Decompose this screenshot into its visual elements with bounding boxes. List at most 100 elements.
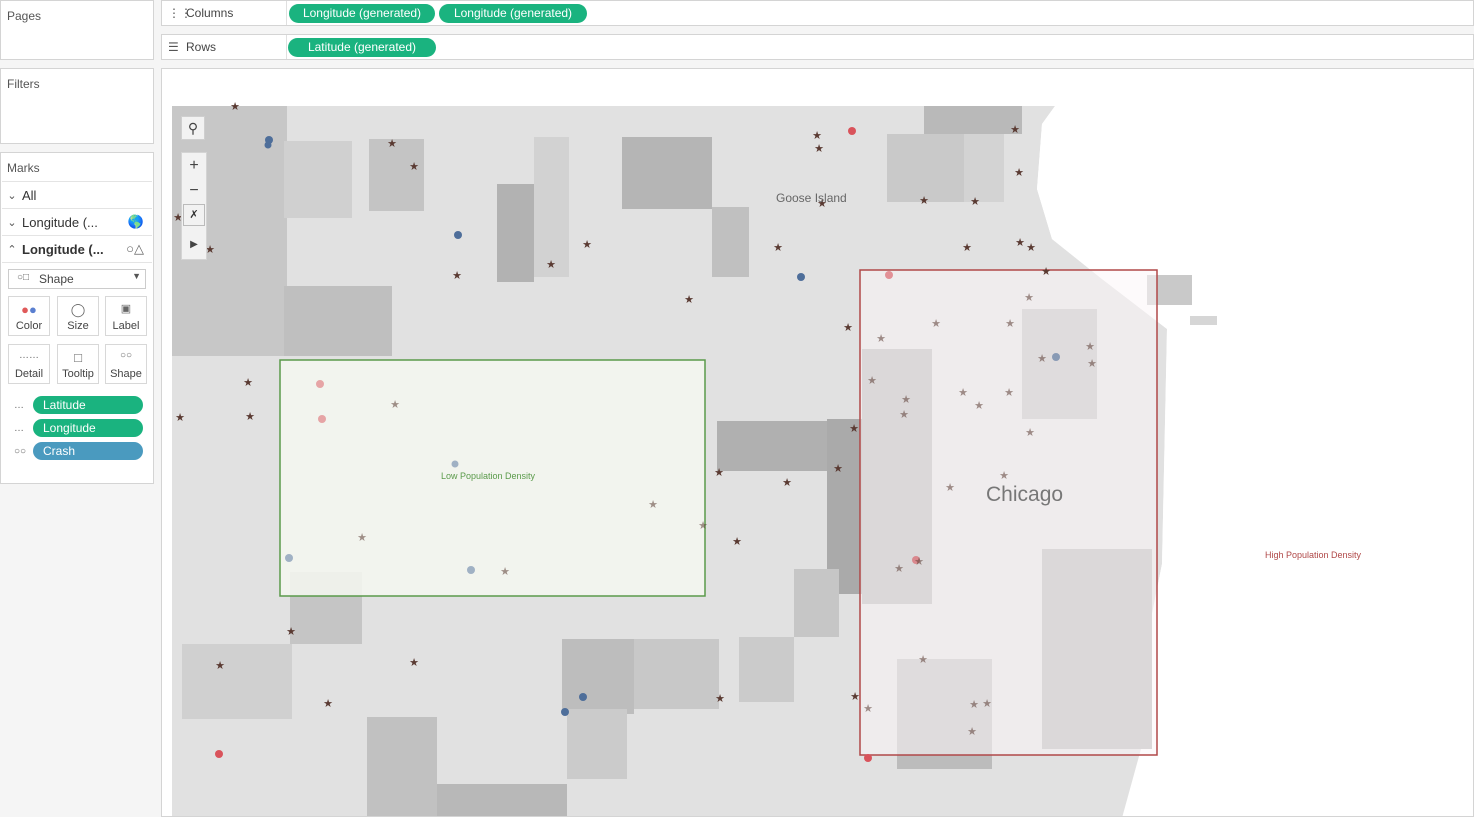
star-marker: ★ [1041, 265, 1051, 278]
star-marker: ★ [931, 317, 941, 330]
label-icon: ▣ [120, 303, 132, 315]
rows-pill-latitude[interactable]: Latitude (generated) [288, 38, 436, 57]
detail-button[interactable]: …… Detail [8, 344, 50, 384]
shape-icon: ○□ [17, 272, 30, 283]
chevron-down-icon: ▼ [132, 271, 141, 281]
map-view[interactable]: ★ ★ ★ ★ ★ ★ ★ ★ ★ ★ ★ ★ ★ ★ ★ ★ ★ ★ ★ ★ … [161, 68, 1474, 817]
star-marker: ★ [999, 469, 1009, 482]
rows-shelf[interactable]: ☰ Rows Latitude (generated) [161, 34, 1474, 60]
color-icon: ●● [21, 302, 37, 317]
low-density-annotation: Low Population Density [441, 471, 536, 481]
high-density-box [859, 269, 1158, 756]
star-marker: ★ [899, 408, 909, 421]
blue-marker [451, 460, 459, 468]
columns-pill-longitude-2[interactable]: Longitude (generated) [439, 4, 587, 23]
marks-row-label: All [22, 187, 37, 203]
blue-marker [1052, 353, 1060, 361]
size-icon: ◯ [70, 302, 86, 317]
star-marker: ★ [962, 241, 972, 254]
star-marker: ★ [323, 697, 333, 710]
star-marker: ★ [918, 653, 928, 666]
red-marker [318, 415, 326, 423]
star-marker: ★ [684, 293, 694, 306]
size-button[interactable]: ◯ Size [57, 296, 99, 336]
map-tract [717, 421, 827, 471]
pages-panel[interactable]: Pages [0, 0, 154, 60]
map-search-button[interactable]: ⚲ [181, 116, 205, 140]
crash-field-pill[interactable]: Crash [33, 442, 143, 460]
star-marker: ★ [1015, 236, 1025, 249]
map-tract [634, 639, 719, 709]
map-tract [367, 717, 437, 816]
zoom-out-button[interactable]: − [182, 179, 206, 203]
star-marker: ★ [1026, 241, 1036, 254]
star-marker: ★ [714, 466, 724, 479]
shape-button-label: Shape [110, 368, 142, 380]
star-marker: ★ [582, 238, 592, 251]
plus-icon: + [189, 157, 199, 174]
red-marker [864, 754, 872, 762]
play-icon: ▶ [190, 239, 198, 250]
marks-row-all[interactable]: ⌄ All [2, 181, 152, 208]
map-tract [562, 639, 634, 714]
map-tract [827, 419, 862, 594]
filters-panel[interactable]: Filters [0, 68, 154, 144]
map-tract [739, 637, 794, 702]
star-marker: ★ [782, 476, 792, 489]
map-tract [622, 137, 712, 209]
color-button-label: Color [15, 320, 43, 332]
zoom-in-button[interactable]: + [182, 154, 206, 178]
label-button-label: Label [112, 320, 140, 332]
pin-reset-icon: ✗ [189, 209, 199, 221]
latitude-field-pill[interactable]: Latitude [33, 396, 143, 414]
longitude-field-pill[interactable]: Longitude [33, 419, 143, 437]
star-marker: ★ [945, 481, 955, 494]
map-tract [497, 184, 534, 282]
shape-button[interactable]: ○○ Shape [105, 344, 147, 384]
star-marker: ★ [970, 195, 980, 208]
tooltip-icon: □ [74, 350, 82, 365]
star-marker: ★ [175, 411, 185, 424]
color-button[interactable]: ●● Color [8, 296, 50, 336]
star-marker: ★ [914, 555, 924, 568]
star-marker: ★ [286, 625, 296, 638]
high-density-annotation: High Population Density [1265, 550, 1362, 560]
chevron-down-icon: ⌄ [7, 189, 17, 202]
star-marker: ★ [546, 258, 556, 271]
marks-row-longitude-map[interactable]: ⌄ Longitude (... 🌎 [2, 208, 152, 235]
label-button[interactable]: ▣ Label [105, 296, 147, 336]
blue-marker [264, 141, 272, 149]
star-marker: ★ [230, 100, 240, 113]
tooltip-button[interactable]: □ Tooltip [57, 344, 99, 384]
map-toolbar: + − ✗ ▶ [181, 152, 207, 260]
marks-row-longitude-shape[interactable]: ⌃ Longitude (... ○△ [2, 235, 152, 263]
map-canvas[interactable]: ★ ★ ★ ★ ★ ★ ★ ★ ★ ★ ★ ★ ★ ★ ★ ★ ★ ★ ★ ★ … [162, 69, 1474, 817]
blue-marker [454, 231, 462, 239]
detail-button-label: Detail [14, 368, 44, 380]
star-marker: ★ [850, 690, 860, 703]
chevron-up-icon: ⌃ [7, 243, 17, 256]
star-marker: ★ [648, 498, 658, 511]
rows-label-text: Rows [186, 40, 217, 54]
star-marker: ★ [982, 697, 992, 710]
marks-row-label: Longitude (... [22, 214, 98, 230]
columns-shelf[interactable]: ⋮⋮ Columns Longitude (generated) Longitu… [161, 0, 1474, 26]
star-marker: ★ [1010, 123, 1020, 136]
star-marker: ★ [387, 137, 397, 150]
map-tract [182, 644, 292, 719]
mark-type-dropdown[interactable]: ○□ Shape ▼ [8, 269, 146, 289]
expand-toolbar-button[interactable]: ▶ [182, 233, 206, 257]
star-marker: ★ [919, 194, 929, 207]
blue-marker [797, 273, 805, 281]
reset-map-button[interactable]: ✗ [183, 204, 205, 226]
columns-pill-longitude-1[interactable]: Longitude (generated) [289, 4, 435, 23]
star-marker: ★ [452, 269, 462, 282]
marks-panel: Marks ⌄ All ⌄ Longitude (... 🌎 ⌃ Longitu… [0, 152, 154, 484]
star-marker: ★ [1037, 352, 1047, 365]
red-marker [316, 380, 324, 388]
minus-icon: − [189, 182, 199, 199]
tooltip-button-label: Tooltip [62, 368, 94, 380]
rows-icon: ☰ [168, 40, 179, 54]
star-marker: ★ [863, 702, 873, 715]
star-marker: ★ [901, 393, 911, 406]
